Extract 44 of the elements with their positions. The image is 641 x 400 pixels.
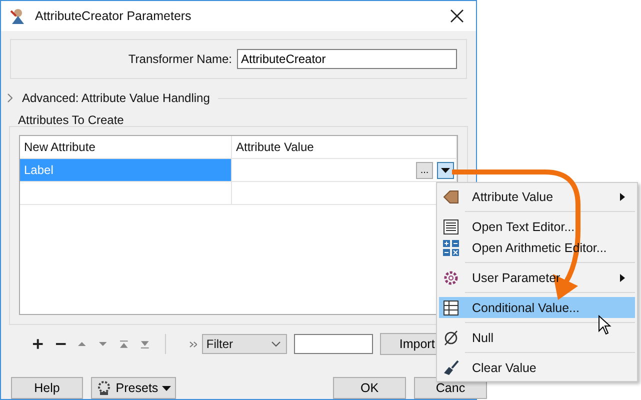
menu-item-label: Null <box>472 330 494 344</box>
filter-dropdown[interactable]: Filter <box>202 334 287 354</box>
dropdown-button[interactable] <box>437 162 454 178</box>
section-header[interactable]: Advanced: Attribute Value Handling <box>22 91 210 105</box>
column-header: Attribute Value <box>232 136 457 158</box>
column-header: New Attribute <box>20 136 232 158</box>
presets-button[interactable]: Presets <box>91 377 176 399</box>
gear-icon <box>96 380 112 396</box>
window-title: AttributeCreator Parameters <box>35 9 192 23</box>
menu-item-label: Attribute Value <box>472 190 554 204</box>
field-label: Transformer Name: <box>128 52 232 66</box>
add-icon[interactable] <box>32 338 44 350</box>
menu-item-label: Open Text Editor... <box>472 220 575 234</box>
arithmetic-icon <box>443 240 459 256</box>
move-bottom-icon[interactable] <box>140 340 150 348</box>
close-icon[interactable] <box>450 9 464 23</box>
menu-item-label: Conditional Value... <box>472 300 580 314</box>
caret-icon <box>441 168 450 172</box>
text-icon <box>443 218 459 234</box>
filter-field[interactable] <box>294 334 373 354</box>
menu-item[interactable]: Open Text Editor... <box>439 216 635 237</box>
menu-item[interactable]: Conditional Value... <box>439 297 635 318</box>
move-up-icon[interactable] <box>77 340 88 348</box>
null-icon <box>443 330 459 346</box>
ellipsis-button[interactable]: ... <box>416 162 433 178</box>
app-icon <box>9 7 27 25</box>
move-top-icon[interactable] <box>119 340 129 348</box>
cursor-icon <box>598 315 612 335</box>
caret-icon <box>162 386 172 390</box>
expand-more-icon[interactable] <box>188 340 198 348</box>
move-down-icon[interactable] <box>98 340 108 348</box>
menu-item[interactable]: Clear Value <box>439 357 635 378</box>
help-button[interactable]: Help <box>11 377 83 399</box>
menu-item[interactable]: Attribute Value <box>439 186 635 207</box>
group-title: Attributes To Create <box>17 113 125 127</box>
expand-icon[interactable] <box>6 93 14 103</box>
gear-icon <box>443 270 459 286</box>
name-field[interactable]: AttributeCreator <box>237 49 457 69</box>
chevron-icon <box>270 341 281 347</box>
ok-button[interactable]: OK <box>333 377 406 399</box>
menu-item-label: Clear Value <box>472 360 536 374</box>
brush-icon <box>443 360 459 376</box>
table-icon <box>443 300 459 316</box>
tag-icon <box>443 188 459 204</box>
